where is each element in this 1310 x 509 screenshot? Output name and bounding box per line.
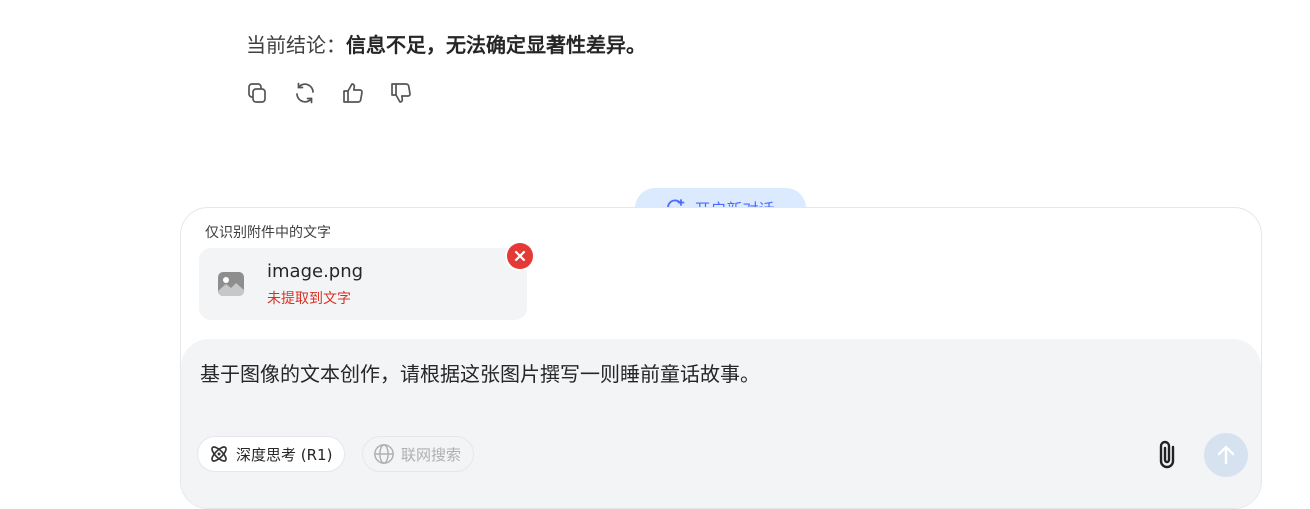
close-icon xyxy=(514,250,526,262)
copy-icon[interactable] xyxy=(244,80,270,106)
message-actions xyxy=(244,80,414,106)
paperclip-icon[interactable] xyxy=(1153,438,1183,472)
conclusion-prefix: 当前结论： xyxy=(246,33,346,57)
send-button[interactable] xyxy=(1204,433,1248,477)
thumbs-down-icon[interactable] xyxy=(388,80,414,106)
send-arrow-icon xyxy=(1217,445,1235,465)
regenerate-icon[interactable] xyxy=(292,80,318,106)
attachment-card[interactable]: image.png 未提取到文字 xyxy=(199,248,527,320)
assistant-conclusion: 当前结论：信息不足，无法确定显著性差异。 xyxy=(246,31,646,59)
attachment-status: 未提取到文字 xyxy=(267,291,351,307)
attachment-filename: image.png xyxy=(267,261,364,282)
deep-think-icon xyxy=(211,446,227,462)
web-search-toggle[interactable]: 联网搜索 xyxy=(362,436,475,472)
attachment-hint: 仅识别附件中的文字 xyxy=(205,225,331,241)
globe-icon xyxy=(374,444,394,464)
chat-composer: 仅识别附件中的文字 image.png 未提取到文字 基于图像的文本创作，请根据… xyxy=(180,207,1262,509)
remove-attachment-button[interactable] xyxy=(507,243,533,269)
conclusion-text: 信息不足，无法确定显著性差异。 xyxy=(346,33,646,57)
message-input-area[interactable]: 基于图像的文本创作，请根据这张图片撰写一则睡前童话故事。 深度思考 (R1) 联… xyxy=(181,339,1261,508)
thumbs-up-icon[interactable] xyxy=(340,80,366,106)
deep-think-label: 深度思考 (R1) xyxy=(236,445,333,464)
deep-think-toggle[interactable]: 深度思考 (R1) xyxy=(197,436,346,472)
image-file-icon xyxy=(218,272,244,296)
message-input[interactable]: 基于图像的文本创作，请根据这张图片撰写一则睡前童话故事。 xyxy=(200,360,760,388)
web-search-label: 联网搜索 xyxy=(401,445,462,464)
